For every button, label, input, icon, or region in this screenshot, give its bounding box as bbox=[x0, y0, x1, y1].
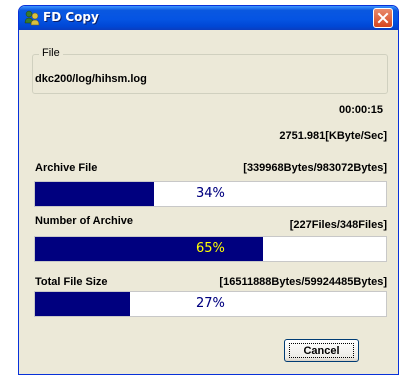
archive-file-detail: [339968Bytes/983072Bytes] bbox=[243, 162, 387, 174]
close-button[interactable] bbox=[373, 8, 393, 28]
cancel-button[interactable]: Cancel bbox=[284, 339, 359, 362]
elapsed-time: 00:00:15 bbox=[338, 104, 383, 116]
archive-file-percent: 34% bbox=[196, 186, 225, 201]
total-file-size-progress-bar: 27% bbox=[34, 291, 387, 317]
file-path: dkc200/log/hihsm.log bbox=[35, 73, 147, 85]
number-of-archive-progress-bar: 65% bbox=[34, 236, 387, 262]
file-group-legend: File bbox=[39, 47, 63, 59]
number-of-archive-detail: [227Files/348Files] bbox=[289, 219, 387, 231]
transfer-speed: 2751.981[KByte/Sec] bbox=[279, 130, 387, 142]
total-file-size-percent: 27% bbox=[196, 296, 225, 311]
number-of-archive-label: Number of Archive bbox=[35, 215, 134, 227]
window-title: FD Copy bbox=[43, 10, 99, 24]
archive-file-progress-fill bbox=[35, 182, 155, 206]
total-file-size-label: Total File Size bbox=[35, 276, 108, 288]
archive-file-progress-bar: 34% bbox=[34, 181, 387, 207]
total-file-size-progress-fill bbox=[35, 292, 130, 316]
number-of-archive-percent: 65% bbox=[196, 241, 225, 256]
number-of-archive-progress-fill bbox=[35, 237, 264, 261]
users-icon bbox=[24, 10, 40, 26]
focus-rectangle bbox=[289, 343, 354, 358]
archive-file-label: Archive File bbox=[35, 162, 98, 174]
title-bar[interactable]: FD Copy bbox=[19, 6, 398, 30]
total-file-size-detail: [16511888Bytes/59924485Bytes] bbox=[219, 276, 387, 288]
close-icon bbox=[377, 12, 389, 24]
fd-copy-dialog: FD Copy File dkc200/log/hihsm.log 00:00:… bbox=[18, 5, 399, 375]
